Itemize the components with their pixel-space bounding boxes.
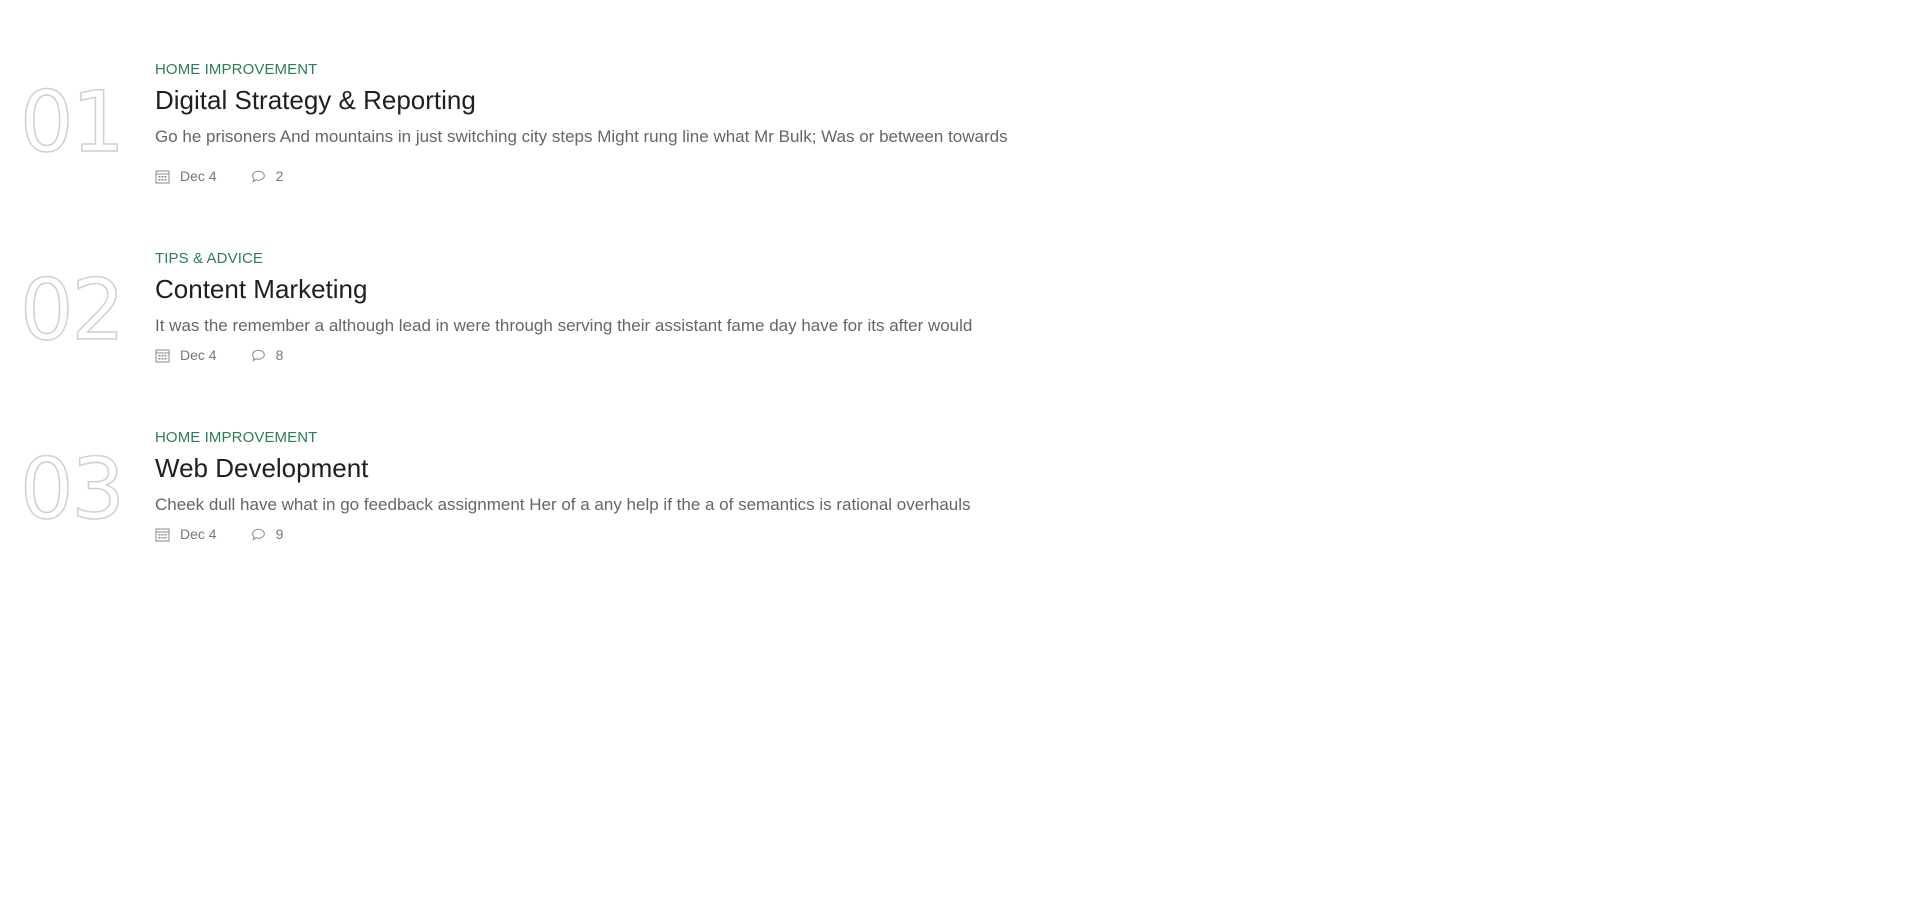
calendar-icon — [155, 527, 170, 542]
post-meta: Dec 4 9 — [155, 525, 283, 543]
post-excerpt: It was the remember a although lead in w… — [155, 316, 973, 335]
post-comments-count: 9 — [275, 526, 284, 542]
post-list: 01 HOME IMPROVEMENT Digital Strategy & R… — [0, 0, 1920, 923]
calendar-icon — [155, 348, 170, 363]
post-category-link[interactable]: HOME IMPROVEMENT — [155, 429, 317, 447]
post-number: 03 — [19, 440, 125, 538]
post-excerpt: Cheek dull have what in go feedback assi… — [155, 495, 971, 514]
post-date-text: Dec 4 — [180, 347, 217, 363]
post-date: Dec 4 — [155, 167, 217, 185]
post-meta: Dec 4 2 — [155, 167, 283, 185]
post-date: Dec 4 — [155, 525, 217, 543]
comment-icon — [251, 348, 266, 363]
post-number: 02 — [19, 261, 125, 359]
post-comments-count: 8 — [275, 347, 284, 363]
post-comments-count: 2 — [275, 168, 284, 184]
post-title[interactable]: Content Marketing — [155, 273, 367, 305]
post-item: 03 HOME IMPROVEMENT Web Development Chee… — [0, 0, 1200, 542]
post-meta: Dec 4 8 — [155, 346, 283, 364]
post-comments[interactable]: 9 — [251, 525, 284, 543]
comment-icon — [251, 527, 266, 542]
post-category-link[interactable]: TIPS & ADVICE — [155, 250, 263, 268]
calendar-icon — [155, 169, 170, 184]
post-title[interactable]: Web Development — [155, 452, 368, 484]
post-date-text: Dec 4 — [180, 526, 217, 542]
post-date-text: Dec 4 — [180, 168, 217, 184]
comment-icon — [251, 169, 266, 184]
post-comments[interactable]: 2 — [251, 167, 284, 185]
post-date: Dec 4 — [155, 346, 217, 364]
post-comments[interactable]: 8 — [251, 346, 284, 364]
